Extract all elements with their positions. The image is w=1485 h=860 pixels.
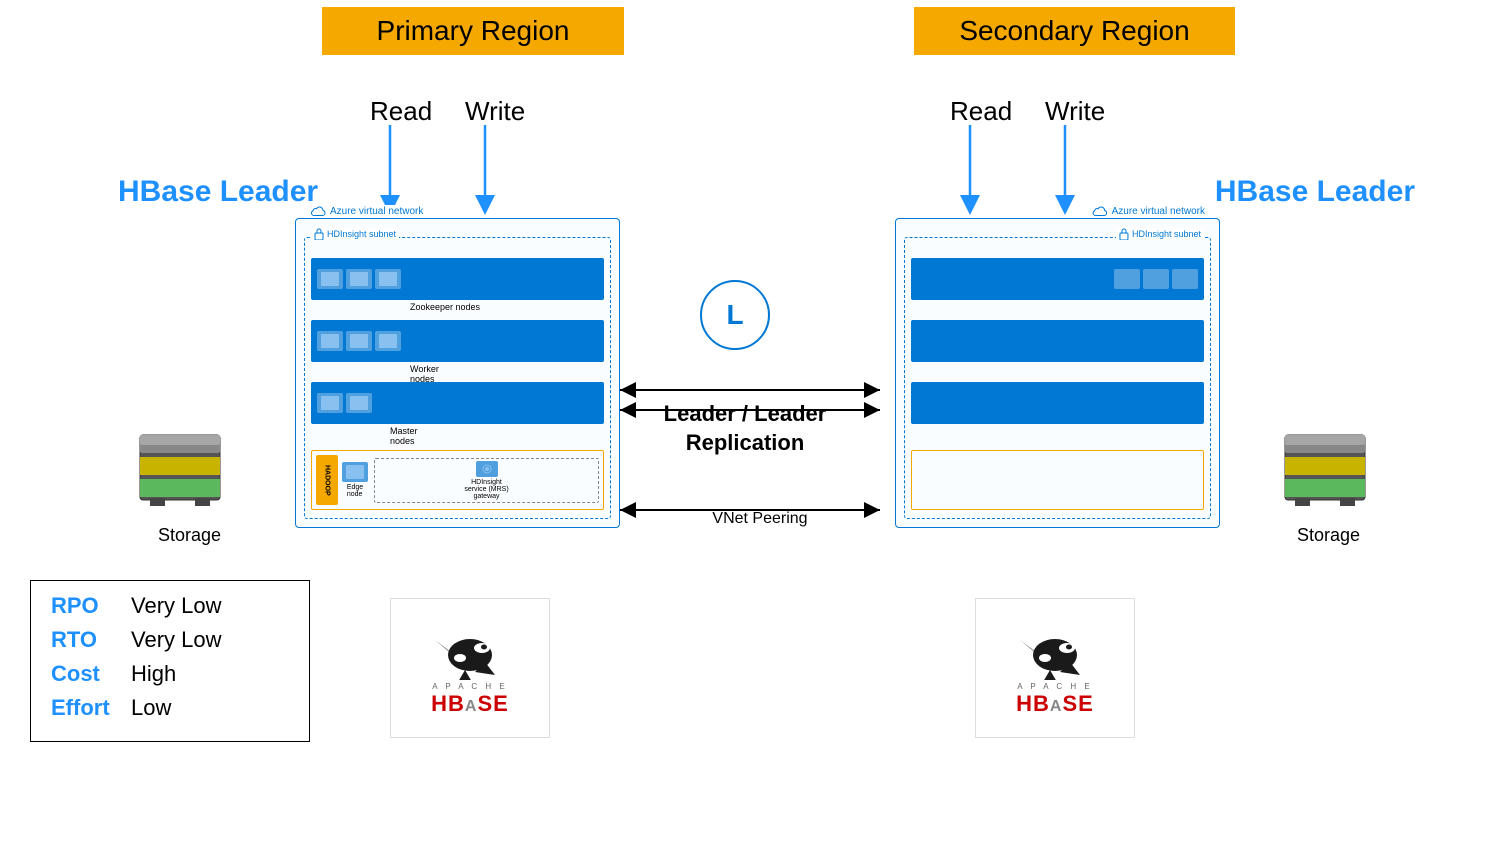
secondary-master-row [911, 382, 1204, 424]
vnet-peering-label: VNet Peering [660, 510, 860, 528]
hbase-logo-right: A P A C H E HBASE [975, 598, 1135, 738]
secondary-hdinsight-label: HDInsight subnet [1116, 228, 1204, 240]
hbase-leader-right: HBase Leader [1215, 175, 1415, 209]
metric-rpo-key: RPO [51, 593, 131, 619]
primary-azure-vnet-label: Azure virtual network [306, 205, 427, 217]
storage-label-right: Storage [1297, 525, 1360, 546]
svg-text:Write: Write [1045, 96, 1105, 126]
primary-region-label: Primary Region [322, 7, 624, 55]
primary-bottom-section: HADOOP Edgenode HDInsightservice (MRS)ga… [311, 450, 604, 510]
primary-zookeeper-row [311, 258, 604, 300]
hbase-logo-left: A P A C H E HBASE [390, 598, 550, 738]
secondary-read-write-arrows: Read Write [900, 90, 1180, 220]
replication-arrows [610, 375, 890, 425]
primary-worker-label: Workernodes [410, 364, 439, 384]
secondary-bottom-section [911, 450, 1204, 510]
primary-master-label: Masternodes [390, 426, 418, 446]
metric-effort-value: Low [131, 695, 171, 721]
svg-text:Read: Read [950, 96, 1012, 126]
metric-rto-value: Very Low [131, 627, 222, 653]
secondary-azure-vnet-box-wrapper: Azure virtual network HDInsight subnet [895, 218, 1220, 528]
storage-icon-right [1275, 430, 1375, 520]
secondary-worker-row [911, 320, 1204, 362]
replication-circle: L [700, 280, 770, 350]
storage-icon-left [130, 430, 230, 520]
metrics-table: RPO Very Low RTO Very Low Cost High Effo… [30, 580, 310, 742]
metric-rpo-value: Very Low [131, 593, 222, 619]
primary-azure-vnet-box: Azure virtual network HDInsight subnet Z… [295, 218, 620, 528]
primary-hdinsight-subnet-box: HDInsight subnet Zookeeper nodes Workern… [304, 237, 611, 519]
primary-read-write-arrows: Read Write [310, 90, 590, 220]
primary-zookeeper-label: Zookeeper nodes [410, 302, 480, 312]
metric-cost-key: Cost [51, 661, 131, 687]
svg-text:Read: Read [370, 96, 432, 126]
metric-rto: RTO Very Low [51, 627, 289, 653]
metric-rto-key: RTO [51, 627, 131, 653]
metric-effort: Effort Low [51, 695, 289, 721]
metric-effort-key: Effort [51, 695, 131, 721]
secondary-azure-vnet-label: Azure virtual network [1088, 205, 1209, 217]
primary-worker-row [311, 320, 604, 362]
metric-cost-value: High [131, 661, 176, 687]
secondary-hdinsight-subnet-box: HDInsight subnet [904, 237, 1211, 519]
primary-hdinsight-label: HDInsight subnet [311, 228, 399, 240]
svg-text:Write: Write [465, 96, 525, 126]
metric-cost: Cost High [51, 661, 289, 687]
metric-rpo: RPO Very Low [51, 593, 289, 619]
storage-label-left: Storage [158, 525, 221, 546]
primary-master-row [311, 382, 604, 424]
hbase-leader-left: HBase Leader [118, 175, 318, 209]
secondary-region-label: Secondary Region [914, 7, 1235, 55]
secondary-zookeeper-row [911, 258, 1204, 300]
